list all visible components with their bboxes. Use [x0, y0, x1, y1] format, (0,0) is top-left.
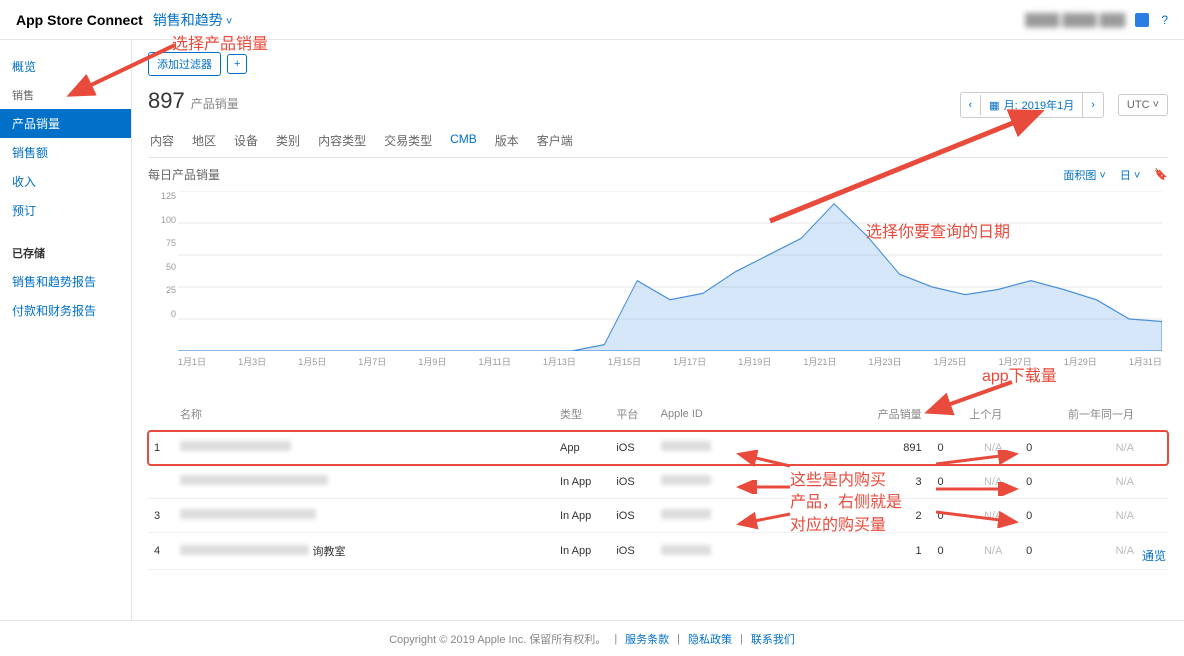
sidebar-item-units[interactable]: 产品销量 [0, 109, 131, 138]
copyright: Copyright © 2019 Apple Inc. 保留所有权利。 [389, 631, 606, 647]
add-filter-plus-button[interactable]: + [227, 54, 247, 74]
tab-territory[interactable]: 地区 [190, 124, 218, 157]
sidebar-item-trend-report[interactable]: 销售和趋势报告 [0, 267, 131, 296]
chart-save-button[interactable]: 🔖 [1154, 168, 1168, 181]
tab-content[interactable]: 内容 [148, 124, 176, 157]
section-dropdown[interactable]: 销售和趋势 [153, 10, 232, 30]
sidebar-item-overview[interactable]: 概览 [0, 52, 131, 81]
date-next-button[interactable]: › [1083, 95, 1103, 115]
metric-value: 897 [148, 88, 185, 114]
date-prev-button[interactable]: ‹ [961, 95, 982, 115]
col-type[interactable]: 类型 [554, 398, 610, 431]
metric-row: 897 产品销量 ‹ ▦ 月: 2019年1月 › UTC ˅ [148, 88, 1168, 118]
chart-svg [178, 191, 1162, 351]
col-name[interactable]: 名称 [174, 398, 554, 431]
tab-version[interactable]: 版本 [493, 124, 521, 157]
chart-title: 每日产品销量 [148, 166, 220, 183]
col-units[interactable]: 产品销量 [855, 398, 928, 431]
user-name-obscured: ████ ████ ███ [1025, 13, 1125, 27]
table-row[interactable]: 3In AppiOS20N/A0N/A [148, 499, 1168, 533]
col-prev-year[interactable]: 前一年同一月 [1038, 398, 1140, 431]
chart-header: 每日产品销量 面积图 ˅ 日 ˅ 🔖 [148, 166, 1168, 183]
footer: Copyright © 2019 Apple Inc. 保留所有权利。 | 服务… [0, 620, 1184, 656]
y-axis: 1251007550250 [148, 191, 176, 319]
col-prev-month[interactable]: 上个月 [950, 398, 1009, 431]
sidebar: 概览 销售 产品销量 销售额 收入 预订 已存储 销售和趋势报告 付款和财务报告 [0, 40, 132, 620]
tab-transaction[interactable]: 交易类型 [382, 124, 434, 157]
sidebar-item-preorders[interactable]: 预订 [0, 196, 131, 225]
date-picker[interactable]: ‹ ▦ 月: 2019年1月 › [960, 92, 1104, 118]
x-axis: 1月1日1月3日1月5日1月7日1月9日1月11日1月13日1月15日1月17日… [178, 355, 1162, 368]
col-appleid[interactable]: Apple ID [655, 398, 855, 431]
dimension-tabs: 内容 地区 设备 类别 内容类型 交易类型 CMB 版本 客户端 [148, 124, 1168, 158]
sidebar-item-sales[interactable]: 销售额 [0, 138, 131, 167]
filter-row: 添加过滤器 + [148, 52, 1168, 76]
tab-cmb[interactable]: CMB [448, 124, 479, 157]
overview-link[interactable]: 通览 [1142, 547, 1166, 564]
tab-client[interactable]: 客户端 [535, 124, 575, 157]
chart: 1251007550250 [178, 191, 1162, 351]
tab-content-type[interactable]: 内容类型 [316, 124, 368, 157]
app-switcher-icon[interactable] [1135, 13, 1149, 27]
sidebar-section-saved: 已存储 [0, 239, 131, 267]
data-table: 名称 类型 平台 Apple ID 产品销量 上个月 前一年同一月 1AppiO… [148, 398, 1168, 570]
table-row[interactable]: In AppiOS30N/A0N/A [148, 465, 1168, 499]
chart-group-dropdown[interactable]: 日 ˅ [1120, 167, 1140, 183]
col-rank[interactable] [148, 398, 174, 431]
sidebar-item-finance-report[interactable]: 付款和财务报告 [0, 296, 131, 325]
calendar-icon: ▦ [989, 99, 999, 112]
col-platform[interactable]: 平台 [610, 398, 654, 431]
content-area: 添加过滤器 + 897 产品销量 ‹ ▦ 月: 2019年1月 › UTC ˅ … [132, 40, 1184, 620]
metric-label: 产品销量 [191, 95, 239, 112]
help-icon[interactable]: ? [1161, 13, 1168, 27]
footer-privacy[interactable]: 隐私政策 [688, 631, 732, 647]
sidebar-section-sales: 销售 [0, 81, 131, 109]
add-filter-button[interactable]: 添加过滤器 [148, 52, 221, 76]
date-period-button[interactable]: ▦ 月: 2019年1月 [981, 93, 1083, 117]
table-row[interactable]: 1AppiOS8910N/A0N/A [148, 431, 1168, 465]
table-head: 名称 类型 平台 Apple ID 产品销量 上个月 前一年同一月 [148, 398, 1168, 431]
app-header: App Store Connect 销售和趋势 ████ ████ ███ ? [0, 0, 1184, 40]
timezone-dropdown[interactable]: UTC ˅ [1118, 94, 1168, 116]
tab-device[interactable]: 设备 [232, 124, 260, 157]
sidebar-item-proceeds[interactable]: 收入 [0, 167, 131, 196]
app-title: App Store Connect [16, 12, 143, 28]
footer-terms[interactable]: 服务条款 [625, 631, 669, 647]
footer-contact[interactable]: 联系我们 [751, 631, 795, 647]
table-row[interactable]: 4 询教室In AppiOS10N/A0N/A [148, 533, 1168, 570]
chart-type-dropdown[interactable]: 面积图 ˅ [1063, 167, 1105, 183]
user-area[interactable]: ████ ████ ███ ? [1025, 13, 1168, 27]
tab-category[interactable]: 类别 [274, 124, 302, 157]
